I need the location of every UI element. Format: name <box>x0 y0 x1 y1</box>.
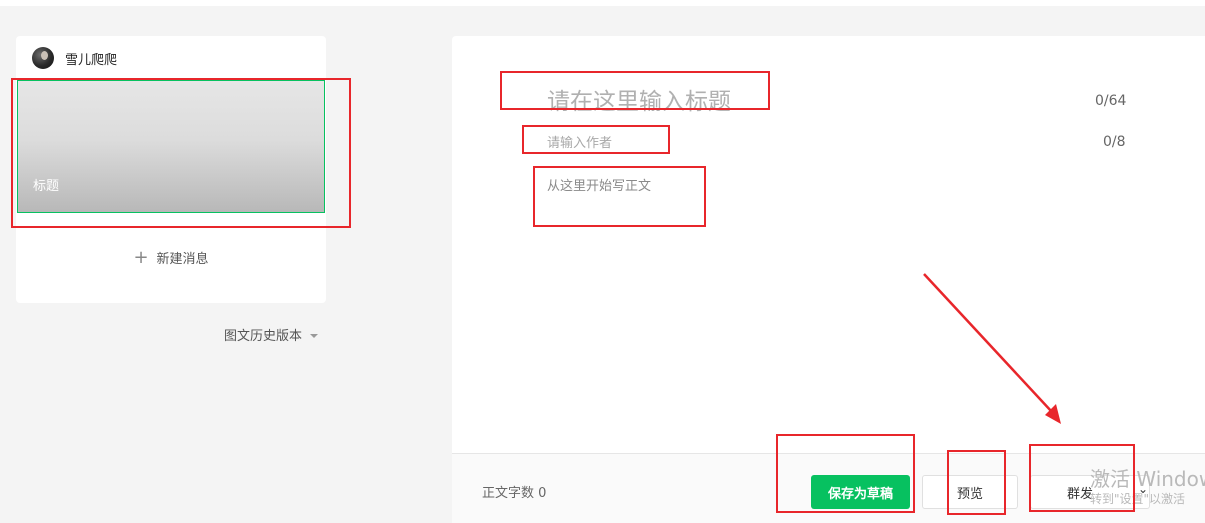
title-input[interactable] <box>547 86 1067 118</box>
new-message-label: 新建消息 <box>156 252 209 267</box>
article-cover-item[interactable]: 标题 <box>17 80 325 213</box>
author-char-count: 0/8 <box>1103 134 1126 150</box>
editor-footer: 正文字数 0 保存为草稿 预览 群发 ⌄ <box>452 453 1205 523</box>
account-row: 雪儿爬爬 <box>32 46 117 70</box>
title-char-count: 0/64 <box>1095 93 1127 109</box>
editor-panel: 0/64 0/8 正文字数 0 保存为草稿 预览 群发 ⌄ <box>452 36 1205 523</box>
new-message-button[interactable]: + 新建消息 <box>16 248 326 267</box>
chevron-down-icon[interactable]: ⌄ <box>1138 482 1148 496</box>
body-editor[interactable] <box>547 175 1067 415</box>
caret-down-icon <box>310 333 319 338</box>
avatar <box>32 47 54 69</box>
article-list-card: 雪儿爬爬 标题 + 新建消息 <box>16 36 326 303</box>
history-label: 图文历史版本 <box>224 329 303 344</box>
plus-icon: + <box>133 246 149 268</box>
publish-button[interactable]: 群发 <box>1030 475 1150 509</box>
word-count-label: 正文字数 <box>482 486 535 501</box>
save-draft-button[interactable]: 保存为草稿 <box>811 475 910 509</box>
word-count-value: 0 <box>538 486 547 501</box>
account-name: 雪儿爬爬 <box>65 52 118 68</box>
word-count: 正文字数 0 <box>482 482 546 501</box>
author-input[interactable] <box>547 133 847 153</box>
cover-title: 标题 <box>33 179 60 194</box>
preview-button[interactable]: 预览 <box>922 475 1018 509</box>
history-versions-dropdown[interactable]: 图文历史版本 <box>224 325 319 344</box>
top-bar <box>0 0 1205 6</box>
